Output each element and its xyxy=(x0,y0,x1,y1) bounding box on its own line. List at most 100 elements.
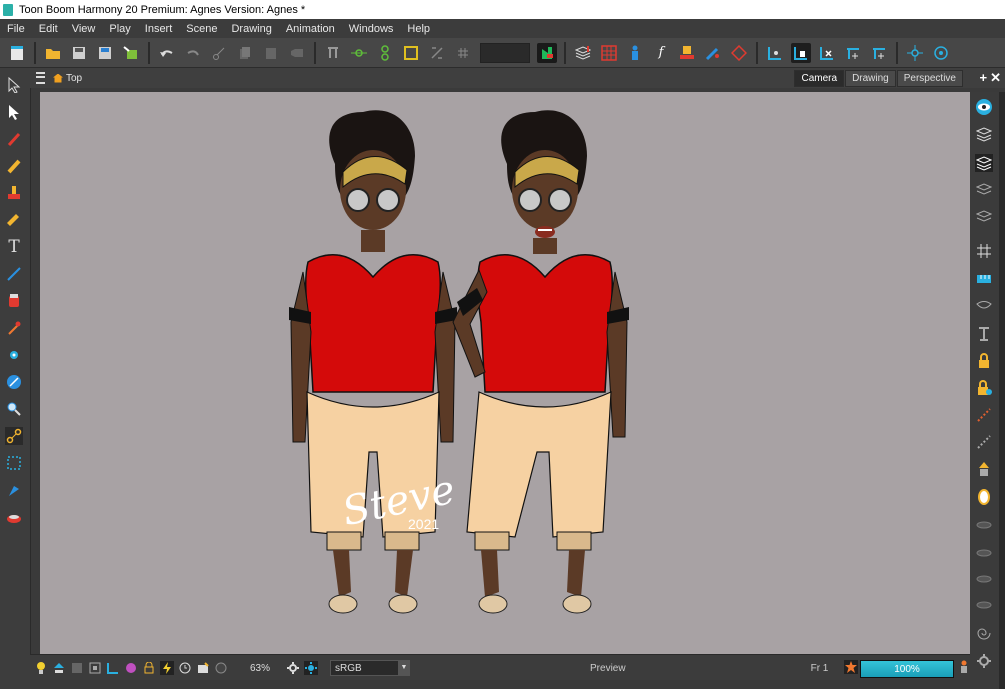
add-view-icon[interactable]: + xyxy=(980,70,988,85)
lock-icon[interactable] xyxy=(142,661,156,675)
bucket-icon[interactable] xyxy=(5,508,23,526)
color-gear-icon[interactable] xyxy=(304,661,319,675)
tab-drawing[interactable]: Drawing xyxy=(845,70,896,87)
import-icon[interactable] xyxy=(121,43,141,63)
breadcrumb[interactable]: Top xyxy=(53,73,82,84)
save-all-icon[interactable] xyxy=(95,43,115,63)
camera-view-icon[interactable] xyxy=(765,43,785,63)
menu-drawing[interactable]: Drawing xyxy=(224,23,278,35)
render-icon[interactable] xyxy=(196,661,210,675)
flip-h-icon[interactable] xyxy=(427,43,447,63)
light-icon[interactable] xyxy=(34,661,48,675)
drawing-color-field[interactable] xyxy=(480,42,530,63)
character-icon[interactable] xyxy=(625,43,645,63)
layers-active-icon[interactable] xyxy=(975,154,993,172)
frame-icon[interactable] xyxy=(88,661,102,675)
transform-icon[interactable] xyxy=(5,103,23,121)
reset-view-icon[interactable] xyxy=(791,42,811,63)
undo-icon[interactable] xyxy=(157,43,177,63)
new-scene-icon[interactable] xyxy=(7,43,27,63)
delete-icon[interactable] xyxy=(287,43,307,63)
ruler-icon[interactable] xyxy=(975,270,993,288)
preview-label[interactable]: Preview xyxy=(590,663,626,674)
stamp-icon[interactable] xyxy=(5,184,23,202)
envelope-icon[interactable] xyxy=(5,454,23,472)
bolt-icon[interactable] xyxy=(160,661,174,675)
dotted-line-2-icon[interactable] xyxy=(975,433,993,451)
onion-icon[interactable] xyxy=(124,661,138,675)
menu-insert[interactable]: Insert xyxy=(138,23,180,35)
dropper-icon[interactable] xyxy=(5,319,23,337)
pivot-dot-icon[interactable] xyxy=(5,346,23,364)
copy-icon[interactable] xyxy=(235,43,255,63)
tab-camera[interactable]: Camera xyxy=(794,70,845,87)
add-view-icon[interactable] xyxy=(869,43,889,63)
onion-skin-icon[interactable] xyxy=(729,43,749,63)
pen-icon[interactable] xyxy=(703,43,723,63)
clock-icon[interactable] xyxy=(178,661,192,675)
cut-icon[interactable] xyxy=(209,43,229,63)
menu-scene[interactable]: Scene xyxy=(179,23,224,35)
bone-icon[interactable] xyxy=(5,427,23,445)
select-icon[interactable] xyxy=(5,76,23,94)
color-space-select[interactable]: sRGB ▼ xyxy=(330,660,411,676)
ink-icon[interactable] xyxy=(5,373,23,391)
paint-icon[interactable] xyxy=(5,292,23,310)
grid-icon[interactable] xyxy=(599,43,619,63)
layer-up-icon[interactable] xyxy=(52,661,66,675)
transform-box-icon[interactable] xyxy=(401,43,421,63)
quality-icon[interactable] xyxy=(214,661,228,675)
deformer-icon[interactable] xyxy=(323,43,343,63)
text-icon[interactable]: T xyxy=(5,237,23,257)
disc-icon[interactable] xyxy=(975,516,993,534)
tab-perspective[interactable]: Perspective xyxy=(896,70,963,87)
menu-file[interactable]: File xyxy=(0,23,32,35)
view-menu-icon[interactable] xyxy=(36,72,45,84)
layers-icon[interactable] xyxy=(975,125,993,143)
redo-icon[interactable] xyxy=(183,43,203,63)
center-view-icon[interactable] xyxy=(843,43,863,63)
grid-icon[interactable] xyxy=(975,242,993,260)
function-icon[interactable]: f xyxy=(651,43,671,63)
pivot-icon[interactable] xyxy=(349,43,369,63)
menu-edit[interactable]: Edit xyxy=(32,23,65,35)
target-icon[interactable] xyxy=(931,43,951,63)
camera-mask-icon[interactable] xyxy=(106,661,120,675)
open-icon[interactable] xyxy=(43,43,63,63)
library-icon[interactable] xyxy=(677,43,697,63)
anchor-icon[interactable] xyxy=(975,324,993,342)
mask-icon[interactable] xyxy=(975,297,993,315)
paste-icon[interactable] xyxy=(261,43,281,63)
eye-icon[interactable] xyxy=(975,98,993,116)
zoom-icon[interactable] xyxy=(5,400,23,418)
pin-icon[interactable] xyxy=(975,460,993,478)
menu-animation[interactable]: Animation xyxy=(279,23,342,35)
eraser-icon[interactable] xyxy=(5,211,23,229)
crosshair-icon[interactable] xyxy=(905,43,925,63)
zoom-level[interactable]: 63% xyxy=(250,663,270,674)
drawing-color-icon[interactable] xyxy=(537,42,557,63)
menu-view[interactable]: View xyxy=(65,23,103,35)
flip-v-icon[interactable] xyxy=(453,43,473,63)
menu-play[interactable]: Play xyxy=(102,23,137,35)
disc-2-icon[interactable] xyxy=(975,544,993,562)
settings-gear-icon[interactable] xyxy=(286,661,300,675)
lock-icon[interactable] xyxy=(975,352,993,370)
layer-stack-icon[interactable] xyxy=(573,43,593,63)
menu-windows[interactable]: Windows xyxy=(342,23,401,35)
spiral-icon[interactable] xyxy=(975,624,993,642)
fit-view-icon[interactable] xyxy=(817,43,837,63)
disc-4-icon[interactable] xyxy=(975,596,993,614)
safe-area-icon[interactable] xyxy=(70,661,84,675)
lamp-icon[interactable] xyxy=(975,488,993,506)
layers-3-icon[interactable] xyxy=(975,208,993,226)
person-icon[interactable] xyxy=(957,660,971,674)
line-icon[interactable] xyxy=(5,265,23,283)
lock-add-icon[interactable] xyxy=(975,379,993,397)
menu-help[interactable]: Help xyxy=(400,23,437,35)
dotted-line-icon[interactable] xyxy=(975,406,993,424)
gear-icon[interactable] xyxy=(975,652,993,670)
render-star-icon[interactable] xyxy=(844,660,858,674)
save-icon[interactable] xyxy=(69,43,89,63)
disc-3-icon[interactable] xyxy=(975,570,993,588)
